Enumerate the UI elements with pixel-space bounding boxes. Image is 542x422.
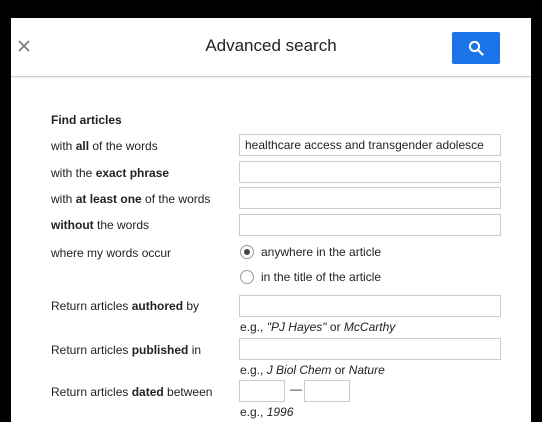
publication-hint: e.g., J Biol Chem or Nature	[240, 363, 385, 377]
at-least-one-label: with at least one of the words	[51, 192, 211, 206]
radio-title-label: in the title of the article	[261, 270, 382, 284]
exact-phrase-input[interactable]	[239, 161, 501, 183]
all-words-input[interactable]	[239, 134, 501, 156]
dated-label: Return articles dated between	[51, 385, 213, 399]
without-words-label: without the words	[51, 218, 150, 232]
authored-label: Return articles authored by	[51, 299, 200, 313]
date-from-input[interactable]	[239, 380, 285, 402]
section-title: Find articles	[51, 113, 122, 127]
radio-title[interactable]: in the title of the article	[240, 270, 381, 284]
author-hint: e.g., "PJ Hayes" or McCarthy	[240, 320, 396, 334]
date-to-input[interactable]	[304, 380, 350, 402]
radio-anywhere[interactable]: anywhere in the article	[240, 245, 381, 259]
all-words-label: with all of the words	[51, 139, 158, 153]
at-least-one-input[interactable]	[239, 187, 501, 209]
without-words-input[interactable]	[239, 214, 501, 236]
search-button[interactable]	[452, 32, 500, 64]
words-occur-label: where my words occur	[51, 246, 172, 260]
screen-frame: Advanced search Find articles with all o…	[0, 0, 542, 422]
exact-phrase-label: with the exact phrase	[51, 166, 170, 180]
date-separator: —	[290, 382, 302, 396]
publication-input[interactable]	[239, 338, 501, 360]
dialog-header: Advanced search	[11, 18, 531, 77]
advanced-search-dialog: Advanced search Find articles with all o…	[11, 18, 531, 422]
date-hint: e.g., 1996	[240, 405, 294, 419]
search-icon	[468, 40, 484, 56]
radio-button-selected[interactable]	[240, 245, 254, 259]
published-label: Return articles published in	[51, 343, 202, 357]
radio-button[interactable]	[240, 270, 254, 284]
radio-anywhere-label: anywhere in the article	[261, 245, 382, 259]
author-input[interactable]	[239, 295, 501, 317]
